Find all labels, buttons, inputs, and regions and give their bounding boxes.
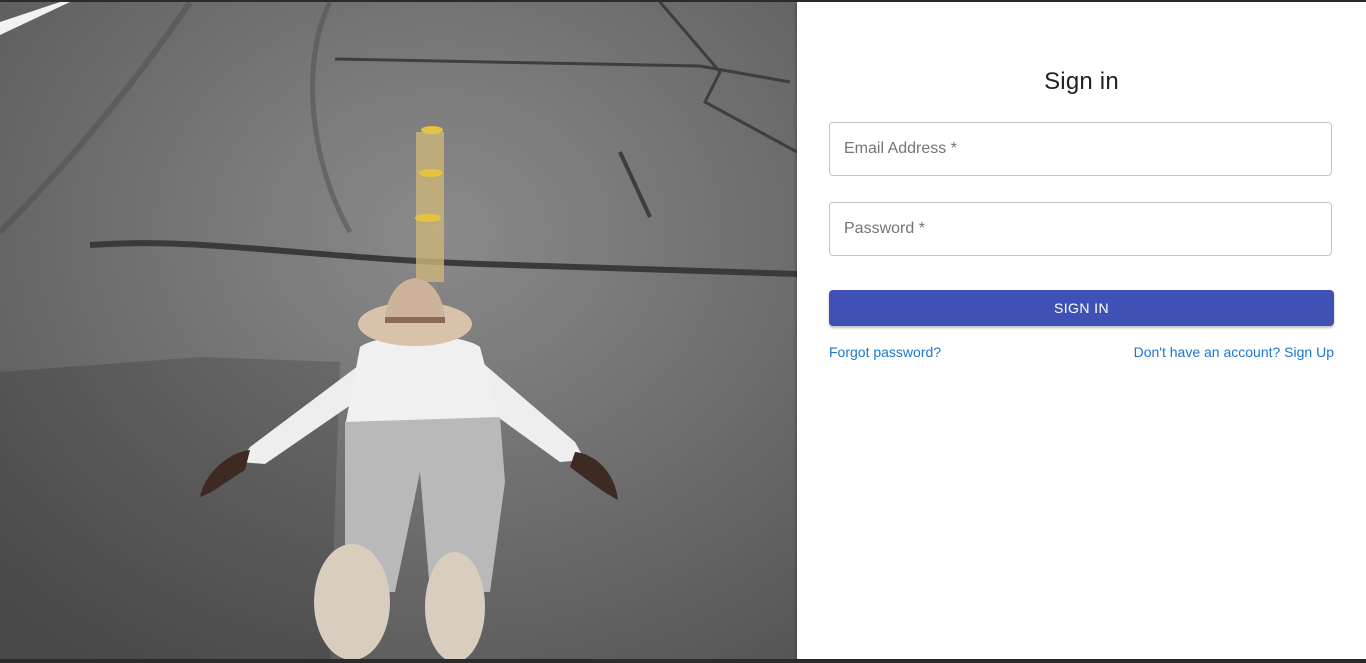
sign-up-link[interactable]: Don't have an account? Sign Up: [1134, 344, 1334, 360]
page-title: Sign in: [1044, 68, 1119, 95]
forgot-password-link[interactable]: Forgot password?: [829, 344, 941, 360]
sign-in-panel: Sign in Email Address * Password * Sign …: [797, 2, 1366, 659]
sign-in-page: Sign in Email Address * Password * Sign …: [0, 2, 1366, 659]
hero-image: [0, 2, 797, 659]
password-input[interactable]: [830, 203, 1331, 255]
sign-in-button[interactable]: Sign In: [829, 290, 1334, 326]
password-field[interactable]: Password *: [829, 202, 1332, 256]
road-photo: [0, 2, 797, 659]
email-field[interactable]: Email Address *: [829, 122, 1332, 176]
email-input[interactable]: [830, 123, 1331, 175]
